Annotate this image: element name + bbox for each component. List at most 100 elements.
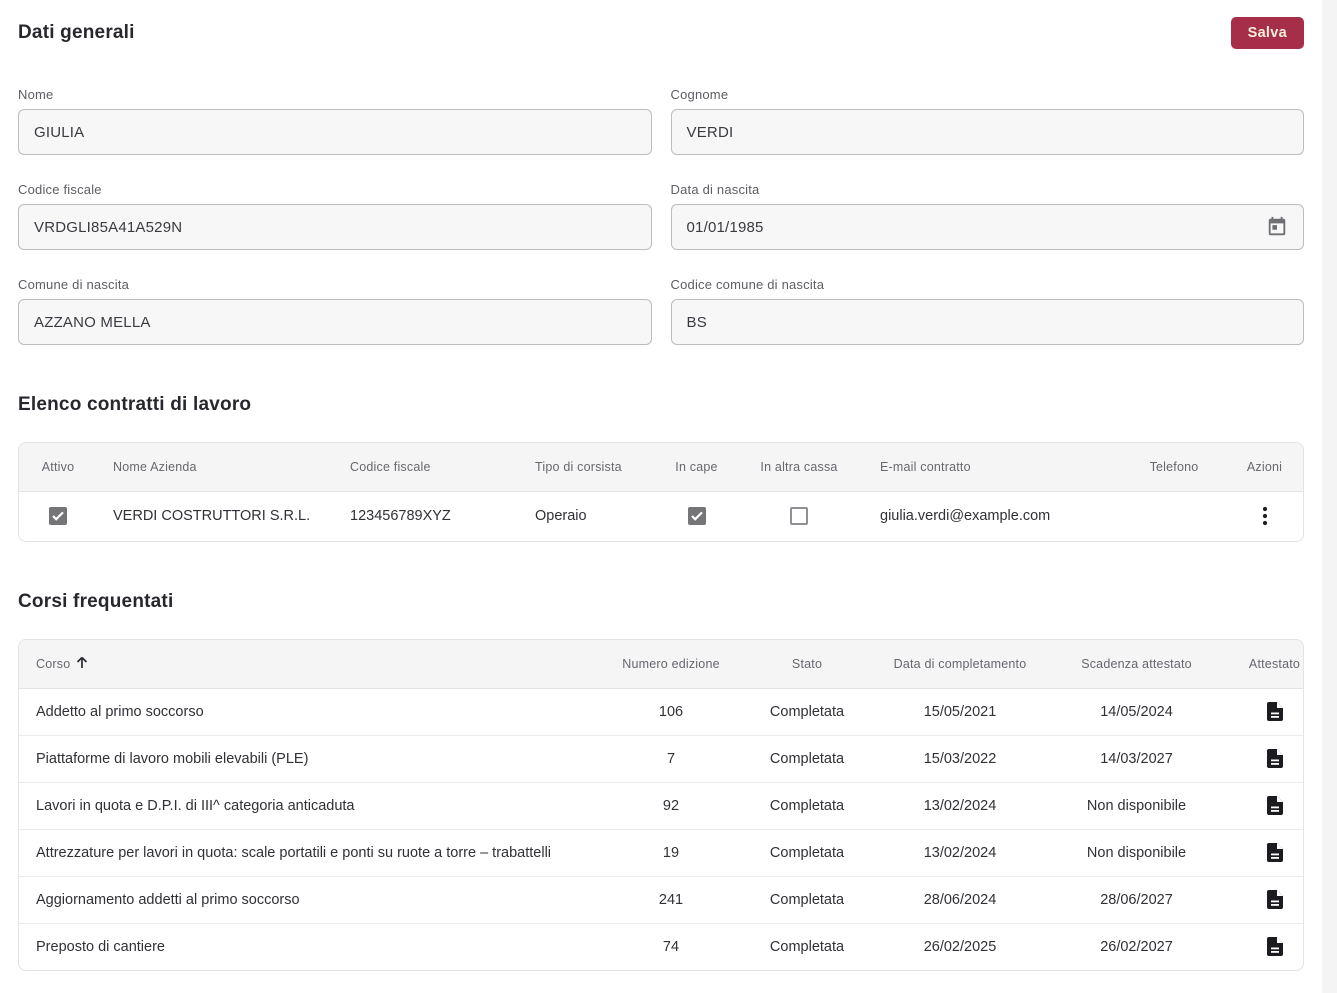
course-name: Attrezzature per lavori in quota: scale … (19, 829, 619, 877)
col-telefono: Telefono (1124, 443, 1224, 492)
course-row: Aggiornamento addetti al primo soccorso … (19, 876, 1303, 924)
document-icon[interactable] (1266, 890, 1283, 909)
document-icon[interactable] (1266, 796, 1283, 815)
course-edizione: 74 (662, 938, 680, 955)
course-stato: Completata (723, 782, 891, 830)
col-scadenza-attestato[interactable]: Scadenza attestato (1029, 640, 1244, 689)
course-edizione: 19 (619, 829, 723, 877)
field-data-di-nascita: Data di nascita 01/01/1985 (670, 182, 1304, 250)
course-stato: Completata (723, 876, 891, 924)
course-name: Aggiornamento addetti al primo soccorso (19, 876, 619, 924)
save-button[interactable]: Salva (1230, 17, 1304, 49)
contract-row: VERDI COSTRUTTORI S.R.L. 123456789XYZ Op… (19, 491, 1303, 541)
comune-di-nascita-input[interactable]: AZZANO MELLA (18, 299, 652, 345)
col-attivo: Attivo (19, 443, 97, 492)
col-numero-edizione[interactable]: Numero edizione (619, 640, 723, 689)
course-name: Piattaforme di lavoro mobili elevabili (… (19, 735, 619, 783)
course-scadenza: 26/02/2027 (1100, 938, 1173, 955)
kebab-menu-icon[interactable] (1262, 506, 1268, 526)
col-azioni: Azioni (1224, 443, 1303, 492)
courses-table: Corso Numero edizione Stato Data di comp… (18, 639, 1304, 971)
course-edizione: 92 (619, 782, 723, 830)
col-corso-label: Corso (36, 656, 71, 671)
course-edizione: 106 (619, 688, 723, 736)
document-icon[interactable] (1266, 843, 1283, 862)
courses-section-title: Corsi frequentati (18, 591, 174, 612)
course-row: Addetto al primo soccorso 106 Completata… (19, 688, 1303, 736)
field-codice-comune-di-nascita: Codice comune di nascita BS (670, 277, 1304, 345)
nome-value: GIULIA (34, 123, 85, 141)
course-data-completamento: 13/02/2024 (891, 782, 1029, 830)
col-corso[interactable]: Corso (19, 640, 619, 689)
col-tipo-di-corsista: Tipo di corsista (519, 443, 659, 492)
course-scadenza: 14/05/2024 (1029, 688, 1244, 736)
field-codice-fiscale: Codice fiscale VRDGLI85A41A529N (18, 182, 652, 250)
course-data-completamento: 15/05/2021 (891, 688, 1029, 736)
course-stato: Completata (723, 688, 891, 736)
col-codice-fiscale: Codice fiscale (334, 443, 519, 492)
contracts-table: Attivo Nome Azienda Codice fiscale Tipo … (18, 442, 1304, 542)
contract-nome-azienda: VERDI COSTRUTTORI S.R.L. (113, 508, 311, 525)
col-in-altra-cassa: In altra cassa (734, 443, 864, 492)
col-nome-azienda: Nome Azienda (97, 443, 334, 492)
general-data-form: Nome GIULIA Cognome VERDI Codice fiscale… (18, 87, 1304, 345)
calendar-icon[interactable] (1266, 216, 1288, 238)
contract-email: giulia.verdi@example.com (880, 508, 1051, 525)
contracts-header-row: Attivo Nome Azienda Codice fiscale Tipo … (19, 443, 1303, 492)
course-data-completamento: 15/03/2022 (891, 735, 1029, 783)
document-icon[interactable] (1266, 749, 1283, 768)
codice-fiscale-value: VRDGLI85A41A529N (34, 218, 183, 236)
arrow-up-icon (76, 656, 88, 672)
course-edizione: 7 (619, 735, 723, 783)
course-name: Preposto di cantiere (36, 938, 165, 955)
contract-tipo-di-corsista: Operaio (535, 508, 587, 525)
cognome-input[interactable]: VERDI (670, 109, 1304, 155)
attivo-checkbox[interactable] (49, 507, 67, 526)
codice-fiscale-input[interactable]: VRDGLI85A41A529N (18, 204, 652, 250)
course-data-completamento: 26/02/2025 (923, 938, 997, 955)
cognome-label: Cognome (670, 87, 729, 102)
col-data-di-completamento[interactable]: Data di completamento (891, 640, 1029, 689)
course-row: Preposto di cantiere 74 Completata 26/02… (19, 923, 1303, 970)
course-row: Piattaforme di lavoro mobili elevabili (… (19, 735, 1303, 783)
codice-comune-di-nascita-value: BS (686, 313, 707, 331)
codice-comune-di-nascita-label: Codice comune di nascita (670, 277, 825, 292)
course-edizione: 241 (619, 876, 723, 924)
course-scadenza: Non disponibile (1029, 829, 1244, 877)
data-di-nascita-value: 01/01/1985 (686, 218, 764, 236)
contracts-section-title: Elenco contratti di lavoro (18, 394, 252, 415)
field-comune-di-nascita: Comune di nascita AZZANO MELLA (18, 277, 652, 345)
col-stato[interactable]: Stato (723, 640, 891, 689)
nome-input[interactable]: GIULIA (18, 109, 652, 155)
course-scadenza: 28/06/2027 (1029, 876, 1244, 924)
contract-codice-fiscale: 123456789XYZ (350, 508, 451, 525)
codice-fiscale-label: Codice fiscale (18, 182, 102, 197)
in-cape-checkbox[interactable] (687, 507, 706, 526)
contract-telefono (1124, 491, 1224, 541)
course-stato: Completata (769, 938, 845, 955)
document-icon[interactable] (1266, 702, 1283, 721)
col-in-cape: In cape (659, 443, 734, 492)
course-stato: Completata (723, 735, 891, 783)
nome-label: Nome (18, 87, 54, 102)
cognome-value: VERDI (686, 123, 734, 141)
codice-comune-di-nascita-input[interactable]: BS (670, 299, 1304, 345)
data-di-nascita-input[interactable]: 01/01/1985 (670, 204, 1304, 250)
in-altra-cassa-checkbox[interactable] (790, 507, 808, 526)
course-scadenza: Non disponibile (1029, 782, 1244, 830)
data-di-nascita-label: Data di nascita (670, 182, 760, 197)
course-row: Attrezzature per lavori in quota: scale … (19, 829, 1303, 877)
scrollbar[interactable] (1322, 0, 1337, 993)
comune-di-nascita-value: AZZANO MELLA (34, 313, 151, 331)
course-row: Lavori in quota e D.P.I. di III^ categor… (19, 782, 1303, 830)
courses-header-row: Corso Numero edizione Stato Data di comp… (19, 640, 1303, 689)
comune-di-nascita-label: Comune di nascita (18, 277, 130, 292)
page-header: Dati generali Salva (18, 16, 1304, 50)
page-title: Dati generali (18, 22, 135, 43)
course-data-completamento: 13/02/2024 (891, 829, 1029, 877)
course-data-completamento: 28/06/2024 (891, 876, 1029, 924)
field-nome: Nome GIULIA (18, 87, 652, 155)
document-icon[interactable] (1266, 937, 1283, 957)
course-scadenza: 14/03/2027 (1029, 735, 1244, 783)
main-content: Dati generali Salva Nome GIULIA Cognome … (18, 0, 1304, 971)
